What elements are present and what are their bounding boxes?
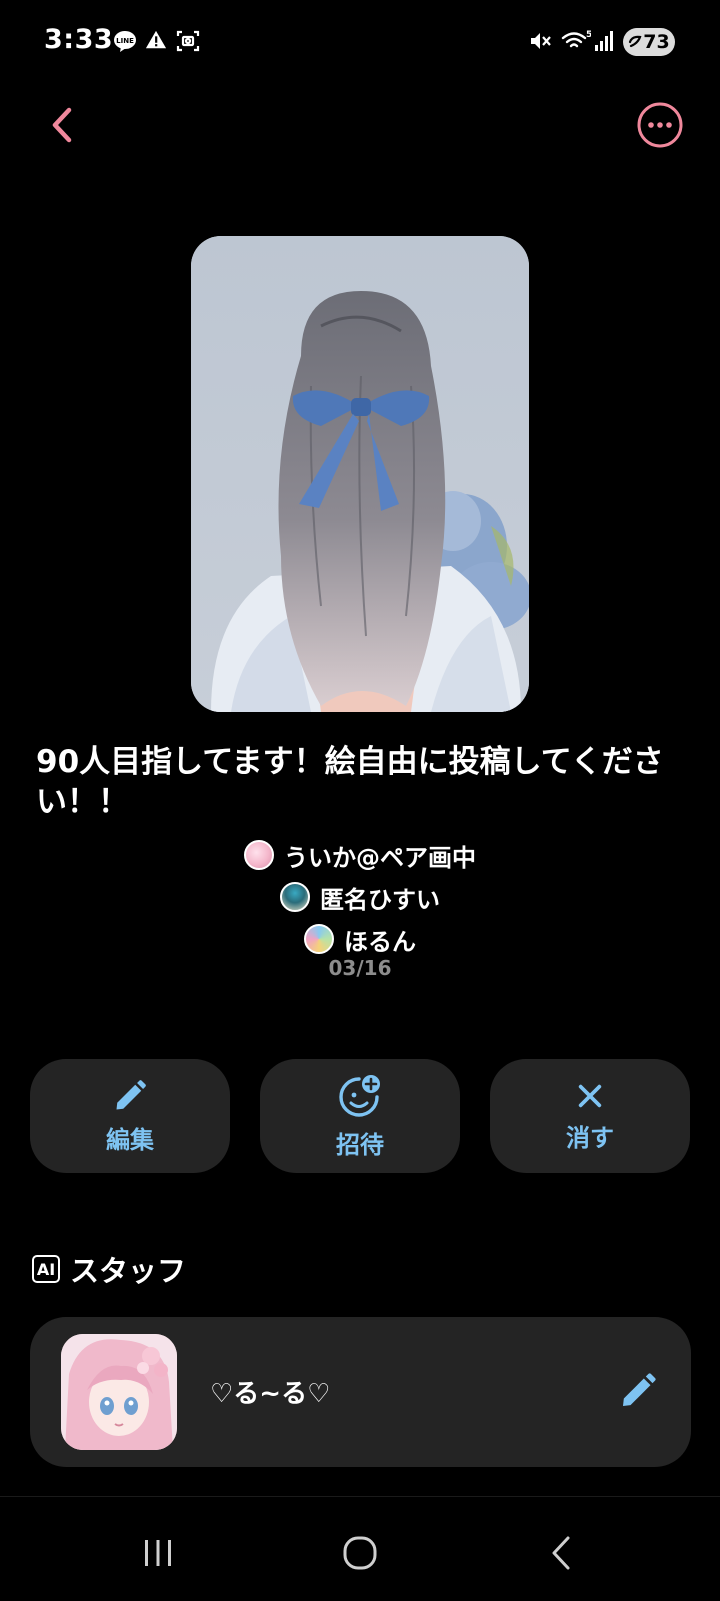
wifi-icon: 5: [561, 29, 592, 57]
more-button[interactable]: [637, 102, 683, 148]
screenshot-icon: [176, 29, 200, 57]
invite-button[interactable]: 招待: [260, 1059, 460, 1173]
member-avatar: [304, 924, 334, 954]
post-title: 90人目指してます！絵自由に投稿してください！！: [36, 744, 664, 820]
ai-badge: AI: [32, 1255, 60, 1283]
battery-icon: [629, 35, 642, 48]
mute-icon: [528, 29, 552, 57]
edit-label: 編集: [106, 1125, 154, 1154]
recent-apps-icon: [145, 1540, 171, 1566]
close-icon: [578, 1084, 602, 1107]
invite-icon: [339, 1074, 380, 1117]
system-navigation-bar: [0, 1496, 720, 1601]
delete-button[interactable]: 消す: [490, 1059, 690, 1173]
signal-icon: [593, 29, 615, 57]
member-item[interactable]: ういか@ペア画中: [0, 834, 720, 876]
svg-text:5: 5: [586, 30, 591, 40]
member-avatar: [244, 840, 274, 870]
battery-indicator: 73: [623, 28, 675, 56]
member-item[interactable]: 匿名ひすい: [0, 876, 720, 918]
back-button[interactable]: [40, 100, 84, 150]
back-nav-button[interactable]: [531, 1523, 591, 1583]
recent-apps-button[interactable]: [128, 1523, 188, 1583]
pencil-icon: [116, 1079, 146, 1109]
staff-heading: スタッフ: [70, 1254, 187, 1288]
delete-label: 消す: [566, 1123, 614, 1152]
chevron-left-icon: [52, 107, 72, 143]
member-name: 匿名ひすい: [320, 885, 440, 914]
staff-name: ♡る~る♡: [210, 1379, 331, 1409]
svg-text:LINE: LINE: [116, 37, 134, 45]
staff-section-header: AI スタッフ: [32, 1248, 186, 1290]
post-cover-image: [191, 236, 529, 712]
home-icon: [343, 1536, 377, 1570]
battery-level: 73: [643, 31, 670, 53]
post-date: 03/16: [328, 956, 392, 980]
member-avatar: [280, 882, 310, 912]
back-nav-icon: [552, 1536, 570, 1570]
member-item[interactable]: ほるん: [0, 918, 720, 960]
invite-label: 招待: [336, 1130, 384, 1159]
home-button[interactable]: [330, 1523, 390, 1583]
pencil-icon: [623, 1373, 656, 1406]
staff-edit-button[interactable]: [618, 1371, 658, 1411]
staff-avatar: [61, 1334, 177, 1450]
member-list: ういか@ペア画中 匿名ひすい ほるん: [0, 834, 720, 960]
member-name: ほるん: [344, 927, 416, 956]
staff-card[interactable]: ♡る~る♡: [30, 1317, 691, 1467]
more-horizontal-icon: [637, 102, 683, 148]
line-icon: LINE: [113, 29, 137, 57]
status-bar: 3:33 LINE 5 73: [0, 0, 720, 84]
alert-icon: [145, 29, 167, 55]
status-time: 3:33: [44, 24, 114, 55]
edit-button[interactable]: 編集: [30, 1059, 230, 1173]
member-name: ういか@ペア画中: [284, 843, 476, 872]
